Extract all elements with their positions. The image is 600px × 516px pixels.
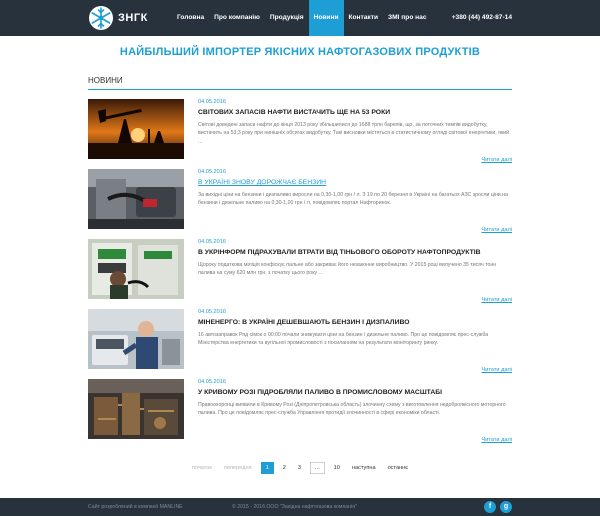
news-image-illegal-refinery[interactable] <box>88 379 184 439</box>
news-image-fuel-pump[interactable] <box>88 169 184 229</box>
news-body: 04.05.2016 В УКРІНФОРМ ПІДРАХУВАЛИ ВТРАТ… <box>198 239 510 278</box>
news-date: 04.05.2016 <box>198 99 226 105</box>
facebook-icon[interactable]: f <box>484 501 496 513</box>
read-more-link[interactable]: Читати далі <box>482 437 512 443</box>
pagination-page-3[interactable]: 3 <box>295 463 304 473</box>
news-date: 04.05.2016 <box>198 379 226 385</box>
news-body: 04.05.2016 В УКРАЇНІ ЗНОВУ ДОРОЖЧАЄ БЕНЗ… <box>198 169 510 208</box>
news-item: 04.05.2016 В УКРІНФОРМ ПІДРАХУВАЛИ ВТРАТ… <box>88 239 512 303</box>
news-date: 04.05.2016 <box>198 169 226 175</box>
news-excerpt: Щороку податкова міліція конфіскує пальн… <box>198 261 497 277</box>
news-excerpt: Правоохоронці виявили в Кривому Розі (Дн… <box>198 401 506 417</box>
read-more-link[interactable]: Читати далі <box>482 157 512 163</box>
page-headline: НАЙБІЛЬШИЙ ІМПОРТЕР ЯКІСНИХ НАФТОГАЗОВИХ… <box>119 46 481 58</box>
pagination-last[interactable]: останнє <box>385 463 412 473</box>
logo-text: ЗНГК <box>118 12 148 24</box>
news-title[interactable]: МІНЕНЕРГО: В УКРАЇНІ ДЕШЕВШАЮТЬ БЕНЗИН І… <box>198 318 510 328</box>
nav-item-news[interactable]: Новини <box>308 0 344 36</box>
logo-snowflake-icon <box>89 6 113 30</box>
news-item: 04.05.2016 МІНЕНЕРГО: В УКРАЇНІ ДЕШЕВШАЮ… <box>88 309 512 373</box>
news-body: 04.05.2016 МІНЕНЕРГО: В УКРАЇНІ ДЕШЕВШАЮ… <box>198 309 510 348</box>
news-image-gas-station[interactable] <box>88 239 184 299</box>
news-title[interactable]: СВІТОВИХ ЗАПАСІВ НАФТИ ВИСТАЧИТЬ ЩЕ НА 5… <box>198 108 510 118</box>
nav-item-about[interactable]: Про компанію <box>209 0 265 36</box>
pagination-page-2[interactable]: 2 <box>280 463 289 473</box>
news-date: 04.05.2016 <box>198 239 226 245</box>
section-title: НОВИНИ <box>88 76 512 90</box>
read-more-link[interactable]: Читати далі <box>482 297 512 303</box>
news-body: 04.05.2016 У КРИВОМУ РОЗІ ПІДРОБЛЯЛИ ПАЛ… <box>198 379 510 418</box>
pagination-page-1[interactable]: 1 <box>260 462 274 474</box>
news-item: 04.05.2016 В УКРАЇНІ ЗНОВУ ДОРОЖЧАЄ БЕНЗ… <box>88 169 512 233</box>
google-plus-icon[interactable]: g <box>500 501 512 513</box>
news-image-refueling[interactable] <box>88 309 184 369</box>
nav-item-products[interactable]: Продукція <box>265 0 309 36</box>
news-item: 04.05.2016 У КРИВОМУ РОЗІ ПІДРОБЛЯЛИ ПАЛ… <box>88 379 512 443</box>
site-footer: Сайт розроблений в компанії MANLINE © 20… <box>0 498 600 516</box>
footer-copyright: © 2015 - 2016 ООО "Західна нафтогазова к… <box>232 504 357 510</box>
news-date: 04.05.2016 <box>198 309 226 315</box>
news-title[interactable]: В УКРАЇНІ ЗНОВУ ДОРОЖЧАЄ БЕНЗИН <box>198 178 510 188</box>
news-title[interactable]: В УКРІНФОРМ ПІДРАХУВАЛИ ВТРАТИ ВІД ТІНЬО… <box>198 248 510 258</box>
news-item: 04.05.2016 СВІТОВИХ ЗАПАСІВ НАФТИ ВИСТАЧ… <box>88 99 512 163</box>
main-nav: Головна Про компанію Продукція Новини Ко… <box>172 0 432 36</box>
news-excerpt: За вихідні ціни на бензини і дизпаливо в… <box>198 191 508 207</box>
pagination-prev[interactable]: попередня <box>221 463 255 473</box>
news-excerpt: 16 автозаправок Ряд сімок о 00:00 почали… <box>198 331 489 347</box>
nav-item-home[interactable]: Головна <box>172 0 209 36</box>
news-excerpt: Світові доведені запаси нафти до кінця 2… <box>198 121 510 145</box>
footer-developer-text[interactable]: Сайт розроблений в компанії MANLINE <box>88 498 183 516</box>
read-more-link[interactable]: Читати далі <box>482 367 512 373</box>
pagination-first[interactable]: початок <box>189 463 215 473</box>
news-title[interactable]: У КРИВОМУ РОЗІ ПІДРОБЛЯЛИ ПАЛИВО В ПРОМИ… <box>198 388 510 398</box>
header-phone[interactable]: +380 (44) 492-87-14 <box>452 0 512 36</box>
nav-item-contacts[interactable]: Контакти <box>344 0 384 36</box>
pagination-next[interactable]: наступна <box>349 463 379 473</box>
pagination-ellipsis: ... <box>310 462 325 474</box>
read-more-link[interactable]: Читати далі <box>482 227 512 233</box>
news-image-oil-pump[interactable] <box>88 99 184 159</box>
nav-item-media[interactable]: ЗМІ про нас <box>383 0 431 36</box>
pagination: початок попередня 1 2 3 ... 10 наступна … <box>0 462 600 474</box>
pagination-page-10[interactable]: 10 <box>331 463 343 473</box>
logo[interactable]: ЗНГК <box>88 4 148 32</box>
news-body: 04.05.2016 СВІТОВИХ ЗАПАСІВ НАФТИ ВИСТАЧ… <box>198 99 510 146</box>
site-header: ЗНГК Головна Про компанію Продукція Нови… <box>0 0 600 36</box>
